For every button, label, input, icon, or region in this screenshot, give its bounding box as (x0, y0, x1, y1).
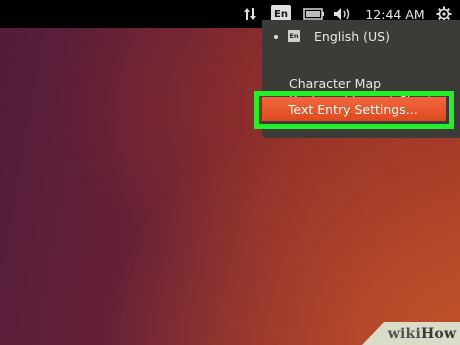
menu-item-label: English (US) (314, 28, 390, 44)
menu-item-label: Character Map (289, 75, 382, 91)
menu-item-english-us[interactable]: En English (US) (262, 24, 460, 48)
network-arrows-icon[interactable] (240, 0, 260, 28)
watermark-wiki: wiki (387, 325, 421, 342)
selected-bullet-icon (274, 35, 278, 39)
highlight-box (254, 91, 454, 129)
watermark-how: How (420, 325, 457, 342)
layout-badge: En (288, 30, 300, 42)
watermark-corner (362, 322, 384, 345)
wikihow-watermark: wiki How (384, 322, 460, 345)
